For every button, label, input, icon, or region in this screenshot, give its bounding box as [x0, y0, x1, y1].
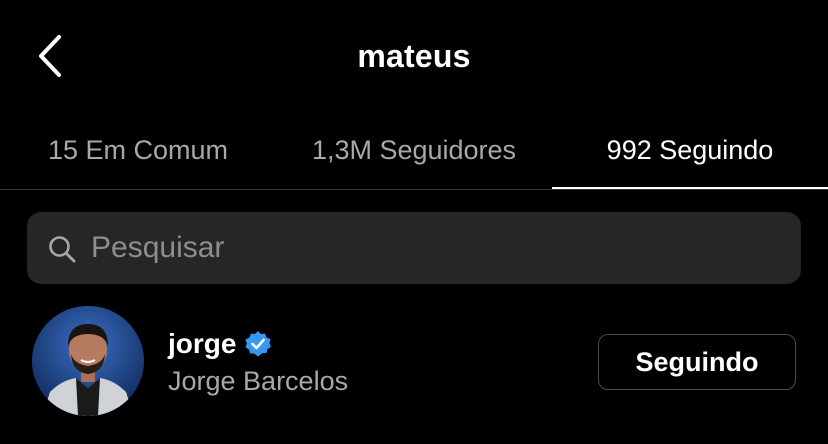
search-input[interactable]	[91, 212, 781, 284]
following-screen: mateus 15 Em Comum 1,3M Seguidores 992 S…	[0, 0, 828, 444]
header: mateus	[0, 0, 828, 112]
search-icon	[49, 236, 76, 263]
username[interactable]: jorge	[168, 328, 236, 360]
verified-badge-icon	[245, 331, 272, 357]
search-bar[interactable]	[27, 212, 801, 284]
page-title: mateus	[357, 38, 471, 74]
tab-followers[interactable]: 1,3M Seguidores	[276, 112, 552, 189]
username-line: jorge	[168, 326, 272, 362]
tab-following[interactable]: 992 Seguindo	[552, 112, 828, 189]
avatar[interactable]	[32, 306, 144, 416]
active-tab-indicator	[552, 187, 828, 189]
tab-mutual[interactable]: 15 Em Comum	[0, 112, 276, 189]
list-item[interactable]: jorge Jorge Barcelos Seguindo	[0, 300, 828, 420]
full-name: Jorge Barcelos	[168, 366, 349, 396]
profile-photo-icon	[32, 306, 144, 416]
tab-bar: 15 Em Comum 1,3M Seguidores 992 Seguindo	[0, 112, 828, 190]
following-button[interactable]: Seguindo	[598, 334, 796, 390]
